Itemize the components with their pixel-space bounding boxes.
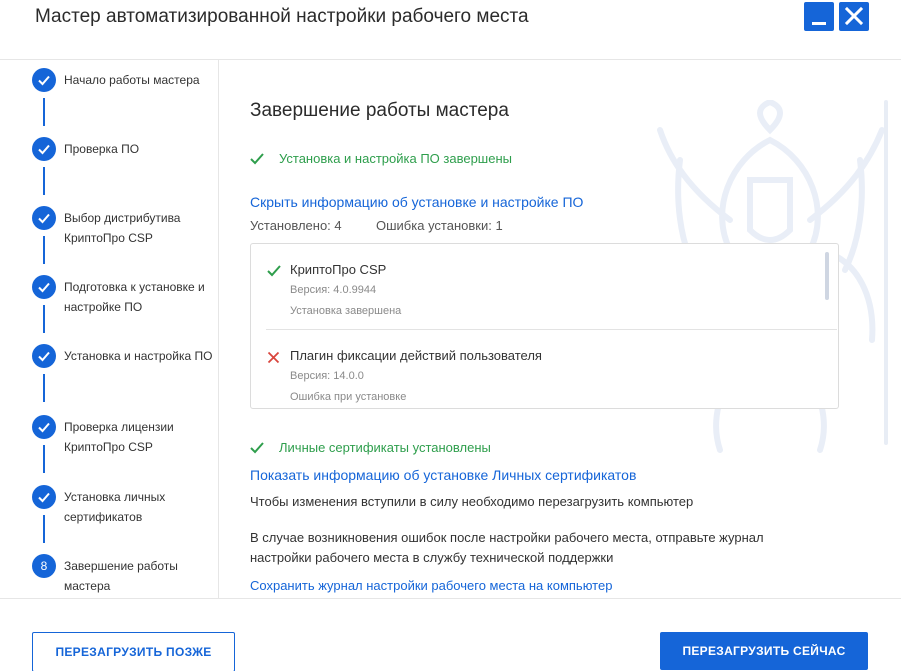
close-icon [844, 6, 864, 26]
main-scrollbar[interactable] [884, 100, 888, 445]
step-label: Выбор дистрибутива КриптоПро CSP [64, 211, 181, 245]
software-status-text: Установка и настройка ПО завершены [279, 151, 512, 166]
check-icon [38, 351, 50, 362]
check-icon [250, 442, 264, 454]
error-count: Ошибка установки: 1 [376, 218, 503, 233]
item-name: Плагин фиксации действий пользователя [290, 348, 542, 363]
item-version: Версия: 14.0.0 [290, 370, 364, 382]
item-status: Установка завершена [290, 305, 402, 317]
check-icon [38, 422, 50, 433]
check-icon [38, 144, 50, 155]
check-icon [38, 492, 50, 503]
minimize-icon [812, 22, 826, 25]
step-done-indicator [32, 415, 56, 439]
step-connector [43, 305, 45, 333]
item-divider [266, 329, 837, 330]
restart-now-button[interactable]: ПЕРЕЗАГРУЗИТЬ СЕЙЧАС [660, 632, 868, 670]
step-done-indicator [32, 275, 56, 299]
step-connector [43, 515, 45, 543]
check-icon [38, 282, 50, 293]
steps-sidebar: Начало работы мастера Проверка ПО Выбор … [0, 60, 219, 598]
step-connector [43, 445, 45, 473]
step-number: 8 [40, 559, 48, 573]
hide-install-info-link[interactable]: Скрыть информацию об установке и настрой… [250, 194, 583, 210]
restart-note: Чтобы изменения вступили в силу необходи… [250, 494, 694, 509]
step-label: Завершение работы мастера [64, 559, 178, 593]
step-connector [43, 236, 45, 264]
window-header: Мастер автоматизированной настройки рабо… [0, 0, 901, 60]
step-done-indicator [32, 137, 56, 161]
step-connector [43, 167, 45, 195]
certs-status-text: Личные сертификаты установлены [279, 440, 491, 455]
check-icon [250, 153, 264, 165]
item-name: КриптоПро CSP [290, 262, 387, 277]
step-done-indicator [32, 206, 56, 230]
list-scrollbar-thumb[interactable] [825, 252, 829, 300]
step-number-indicator: 8 [32, 554, 56, 578]
minimize-button[interactable] [804, 2, 834, 31]
step-label: Проверка ПО [64, 142, 140, 156]
check-icon [267, 265, 281, 277]
install-counts: Установлено: 4 Ошибка установки: 1 [250, 218, 503, 233]
step-label: Установка и настройка ПО [64, 349, 213, 363]
check-icon [38, 213, 50, 224]
save-log-link[interactable]: Сохранить журнал настройки рабочего мест… [250, 578, 612, 593]
step-connector [43, 374, 45, 402]
item-version: Версия: 4.0.9944 [290, 284, 377, 296]
step-label: Начало работы мастера [64, 73, 200, 87]
step-done-indicator [32, 485, 56, 509]
restart-later-button[interactable]: ПЕРЕЗАГРУЗИТЬ ПОЗЖЕ [32, 632, 235, 671]
footer: ПЕРЕЗАГРУЗИТЬ ПОЗЖЕ ПЕРЕЗАГРУЗИТЬ СЕЙЧАС [0, 598, 901, 671]
step-connector [43, 98, 45, 126]
step-label: Проверка лицензии КриптоПро CSP [64, 420, 174, 454]
check-icon [38, 75, 50, 86]
step-label: Подготовка к установке и настройке ПО [64, 280, 205, 314]
install-results-list[interactable]: КриптоПро CSP Версия: 4.0.9944 Установка… [250, 243, 839, 409]
cross-icon [267, 351, 280, 364]
installed-count: Установлено: 4 [250, 218, 342, 233]
step-done-indicator [32, 344, 56, 368]
main-panel: Завершение работы мастера Установка и на… [220, 60, 901, 598]
error-note: В случае возникновения ошибок после наст… [250, 530, 764, 565]
show-certs-info-link[interactable]: Показать информацию об установке Личных … [250, 467, 636, 483]
page-heading: Завершение работы мастера [250, 100, 509, 121]
close-button[interactable] [839, 2, 869, 31]
step-done-indicator [32, 68, 56, 92]
item-status: Ошибка при установке [290, 391, 407, 403]
step-label: Установка личных сертификатов [64, 490, 166, 524]
window-title: Мастер автоматизированной настройки рабо… [35, 6, 529, 27]
